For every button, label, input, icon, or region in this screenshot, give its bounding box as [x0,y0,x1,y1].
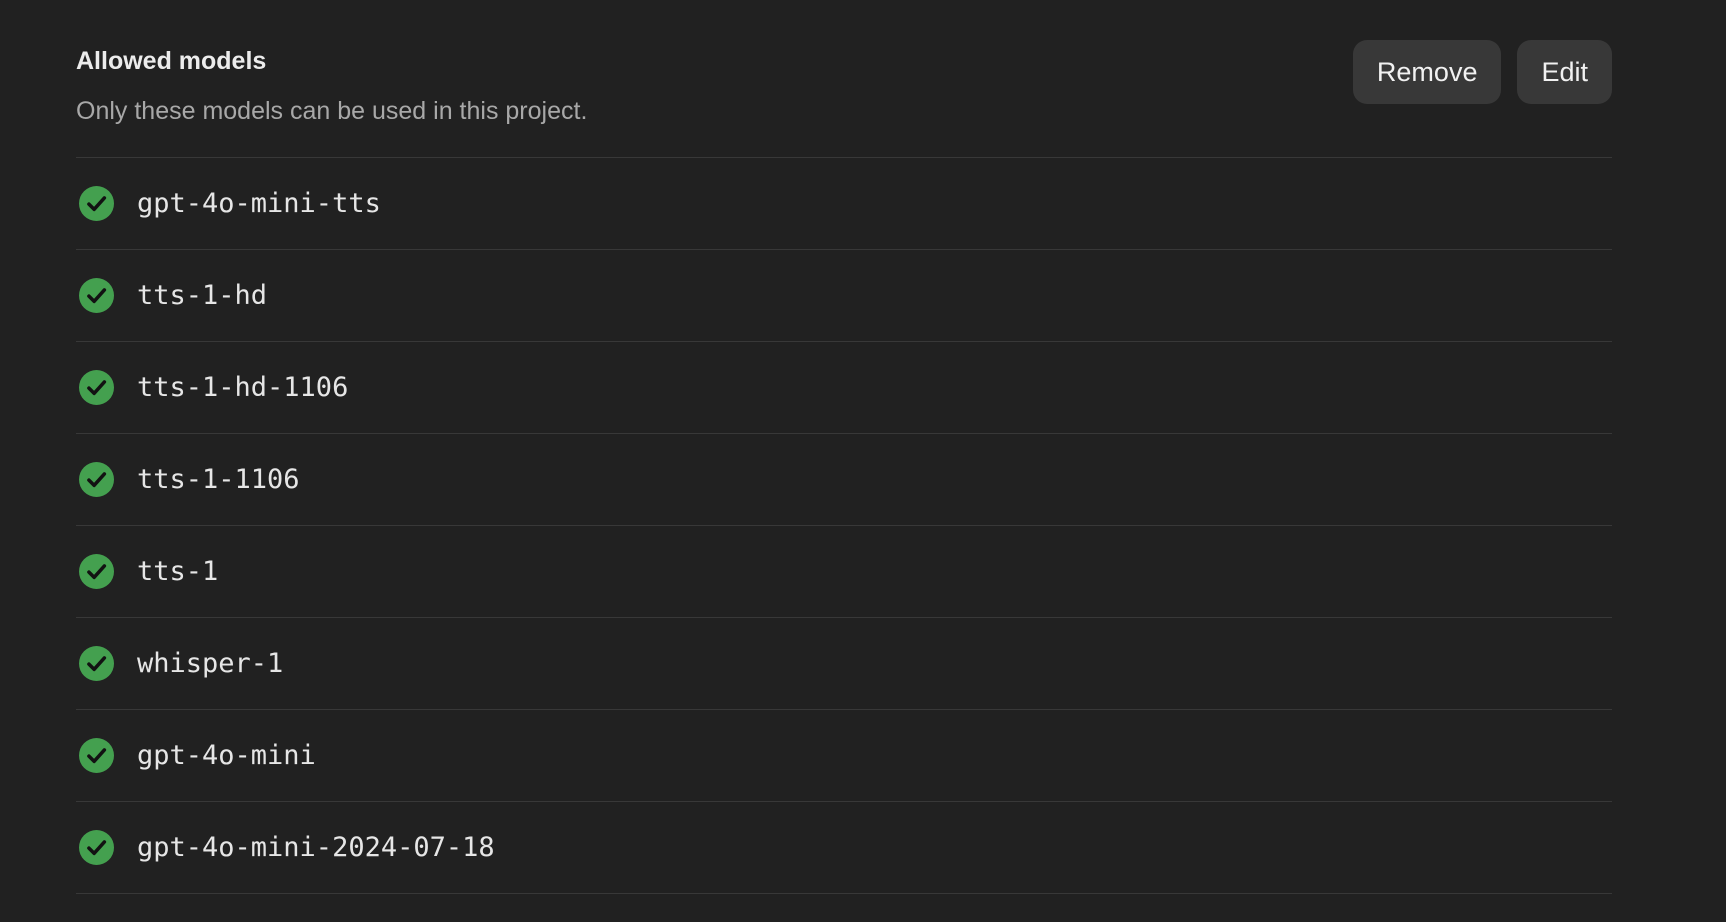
check-circle-icon [79,646,114,681]
model-row: gpt-4o-mini-tts [76,158,1612,250]
model-name: whisper-1 [137,648,284,679]
allowed-models-section: Allowed models Only these models can be … [76,0,1612,894]
model-name: tts-1-hd [137,280,268,311]
model-row: gpt-4o-mini-2024-07-18 [76,802,1612,894]
model-row: tts-1 [76,526,1612,618]
check-circle-icon [79,186,114,221]
model-name: gpt-4o-mini-2024-07-18 [137,832,495,863]
model-name: tts-1 [137,556,219,587]
section-subtitle: Only these models can be used in this pr… [76,97,588,125]
model-name: tts-1-1106 [137,464,300,495]
model-row: tts-1-1106 [76,434,1612,526]
check-circle-icon [79,554,114,589]
model-name: tts-1-hd-1106 [137,372,349,403]
model-name: gpt-4o-mini [137,740,316,771]
check-circle-icon [79,830,114,865]
model-row: tts-1-hd [76,250,1612,342]
model-row: gpt-4o-mini [76,710,1612,802]
header-actions: Remove Edit [1352,40,1612,104]
check-circle-icon [79,462,114,497]
edit-button[interactable]: Edit [1517,40,1612,104]
model-row: tts-1-hd-1106 [76,342,1612,434]
check-circle-icon [79,278,114,313]
model-list: gpt-4o-mini-tts tts-1-hd tts-1-hd-1106 t… [76,158,1612,894]
model-row: whisper-1 [76,618,1612,710]
check-circle-icon [79,370,114,405]
remove-button[interactable]: Remove [1352,40,1502,104]
section-header: Allowed models Only these models can be … [76,0,1612,158]
check-circle-icon [79,738,114,773]
section-title: Allowed models [76,47,267,75]
model-name: gpt-4o-mini-tts [137,188,381,219]
